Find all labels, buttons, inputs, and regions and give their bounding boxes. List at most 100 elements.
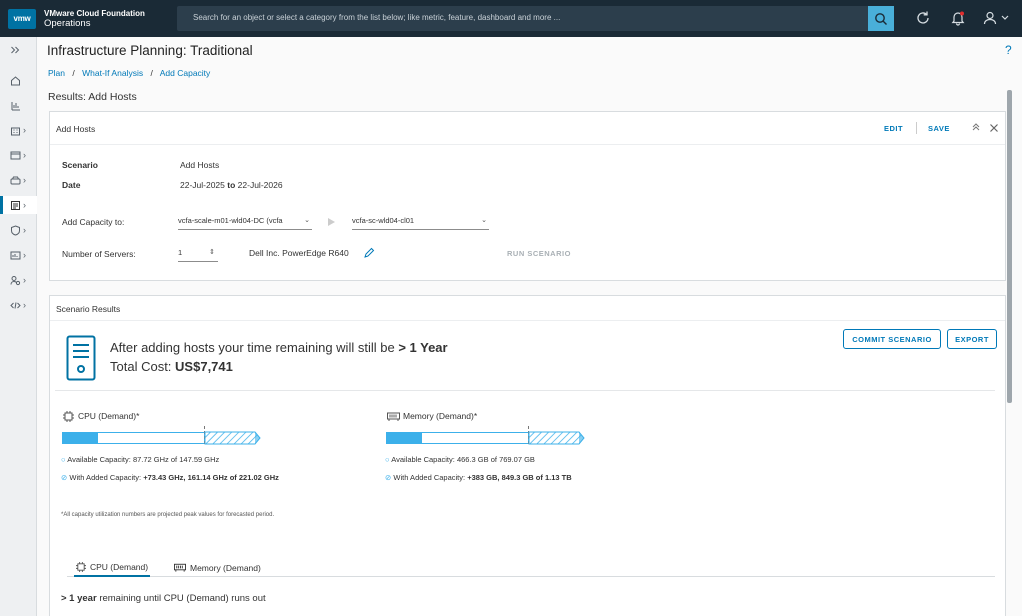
chevron-right-icon: › (23, 200, 26, 210)
date-label: Date (62, 180, 81, 190)
commit-scenario-button[interactable]: COMMIT SCENARIO (843, 329, 941, 349)
cpu-available: ○ Available Capacity: 87.72 GHz of 147.5… (61, 455, 219, 464)
add-hosts-panel-title: Add Hosts (56, 124, 96, 134)
scenario-results-panel: Scenario Results After adding hosts your… (49, 295, 1006, 616)
remaining-text: remaining until CPU (Demand) runs out (99, 593, 266, 604)
stepper-icon[interactable]: ⇕ (209, 248, 215, 256)
memory-added-value: +383 GB, 849.3 GB of 1.13 TB (467, 473, 572, 482)
user-icon[interactable] (982, 10, 998, 26)
headline-prefix: After adding hosts your time remaining w… (110, 340, 395, 355)
memory-title: Memory (Demand)* (403, 411, 478, 421)
nav-security[interactable]: › (0, 221, 37, 239)
tab-cpu-label: CPU (Demand) (90, 561, 149, 572)
servers-stepper[interactable]: 1 ⇕ (178, 248, 218, 262)
left-nav-rail: › › › › › › › › (0, 37, 37, 616)
drive-icon (10, 176, 21, 184)
memory-added-label: With Added Capacity: (393, 473, 466, 482)
nav-plan[interactable]: › (0, 196, 37, 214)
footnote: *All capacity utilization numbers are pr… (61, 512, 275, 518)
plan-list-icon (11, 200, 20, 210)
nav-data-sources[interactable] (0, 96, 37, 114)
page-scrollbar[interactable] (1007, 90, 1012, 403)
date-to: 22-Jul-2026 (237, 180, 283, 190)
tab-memory-demand[interactable]: Memory (Demand) (172, 558, 263, 577)
cpu-title: CPU (Demand)* (78, 411, 140, 421)
search-placeholder: Search for an object or select a categor… (193, 13, 561, 22)
scenario-results-header: Scenario Results (50, 296, 1005, 321)
nav-infrastructure[interactable]: › (0, 121, 37, 139)
date-from: 22-Jul-2025 (180, 180, 225, 190)
nav-home[interactable] (0, 71, 37, 89)
cpu-added-value: +73.43 GHz, 161.14 GHz of 221.02 GHz (143, 473, 279, 482)
remaining-summary: > 1 year remaining until CPU (Demand) ru… (61, 593, 266, 604)
tab-cpu-demand[interactable]: CPU (Demand) (74, 558, 151, 577)
run-scenario-button[interactable]: RUN SCENARIO (507, 249, 571, 258)
bell-icon[interactable] (950, 10, 966, 26)
search-button[interactable] (868, 6, 894, 31)
nav-dashboards[interactable]: › (0, 246, 37, 264)
product-name[interactable]: VMware Cloud Foundation Operations (44, 9, 174, 29)
breadcrumb-what-if[interactable]: What-If Analysis (82, 68, 143, 78)
nav-developer[interactable]: › (0, 296, 37, 314)
edit-button[interactable]: EDIT (884, 124, 903, 133)
cpu-added: ⊘ With Added Capacity: +73.43 GHz, 161.1… (61, 473, 279, 482)
export-button[interactable]: EXPORT (947, 329, 997, 349)
date-to-word: to (227, 180, 236, 190)
nav-storage[interactable]: › (0, 171, 37, 189)
chevron-right-icon: › (23, 250, 26, 260)
headline: After adding hosts your time remaining w… (110, 340, 448, 355)
refresh-icon[interactable] (915, 10, 931, 26)
global-search-input[interactable]: Search for an object or select a categor… (177, 6, 894, 31)
date-range: 22-Jul-2025 to 22-Jul-2026 (180, 180, 283, 190)
shield-icon (11, 224, 20, 236)
datacenter-value: vcfa-scale-m01-wld04-DC (vcfa (178, 216, 283, 225)
cost-label: Total Cost: (110, 359, 172, 374)
chevron-right-icon: › (23, 275, 26, 285)
search-icon (875, 12, 887, 25)
pencil-icon[interactable] (363, 247, 375, 259)
datacenter-select[interactable]: vcfa-scale-m01-wld04-DC (vcfa ⌄ (178, 216, 312, 230)
user-chevron-down-icon[interactable] (1000, 10, 1010, 26)
memory-capacity-bar (386, 432, 529, 444)
window-icon (10, 151, 21, 159)
vmw-logo[interactable]: vmw (8, 8, 36, 29)
breadcrumb-plan[interactable]: Plan (48, 68, 65, 78)
top-header: vmw VMware Cloud Foundation Operations S… (0, 0, 1022, 37)
breadcrumb: Plan / What-If Analysis / Add Capacity (48, 68, 210, 78)
user-gear-icon (10, 275, 21, 285)
expand-nav-button[interactable] (0, 41, 37, 59)
breadcrumb-add-capacity[interactable]: Add Capacity (160, 68, 211, 78)
tab-memory-label: Memory (Demand) (190, 562, 261, 573)
cluster-value: vcfa-sc-wld04-cl01 (352, 216, 415, 225)
code-icon (10, 301, 21, 309)
chevron-right-icon: › (23, 225, 26, 235)
nav-applications[interactable]: › (0, 146, 37, 164)
building-icon (11, 127, 20, 135)
remaining-value: > 1 year (61, 593, 97, 604)
collapse-icon[interactable] (971, 122, 981, 132)
breadcrumb-separator: / (150, 68, 153, 78)
server-icon (66, 335, 96, 381)
add-capacity-label: Add Capacity to: (62, 217, 125, 227)
add-hosts-panel: Add Hosts EDIT SAVE Scenario Add Hosts D… (49, 111, 1006, 281)
headline-value: > 1 Year (398, 340, 448, 355)
scenario-value: Add Hosts (180, 160, 220, 170)
cluster-select[interactable]: vcfa-sc-wld04-cl01 ⌄ (352, 216, 489, 230)
server-model: Dell Inc. PowerEdge R640 (249, 248, 349, 258)
memory-available-value: 466.3 GB of 769.07 GB (456, 455, 535, 464)
cpu-bar-fill (62, 432, 98, 444)
nav-administration[interactable]: › (0, 271, 37, 289)
cpu-available-label: Available Capacity: (67, 455, 131, 464)
close-icon[interactable] (989, 123, 999, 133)
double-chevron-right-icon (11, 46, 20, 54)
memory-bar-fill (386, 432, 422, 444)
chevron-right-icon: › (23, 300, 26, 310)
cpu-icon (63, 411, 74, 422)
page-title: Infrastructure Planning: Traditional (47, 43, 253, 58)
cpu-capacity-bar (62, 432, 205, 444)
divider (916, 122, 917, 134)
cpu-added-capacity-bar (204, 431, 261, 445)
scenario-results-title: Scenario Results (56, 304, 121, 314)
save-button[interactable]: SAVE (928, 124, 950, 133)
help-icon[interactable]: ? (1005, 43, 1012, 57)
